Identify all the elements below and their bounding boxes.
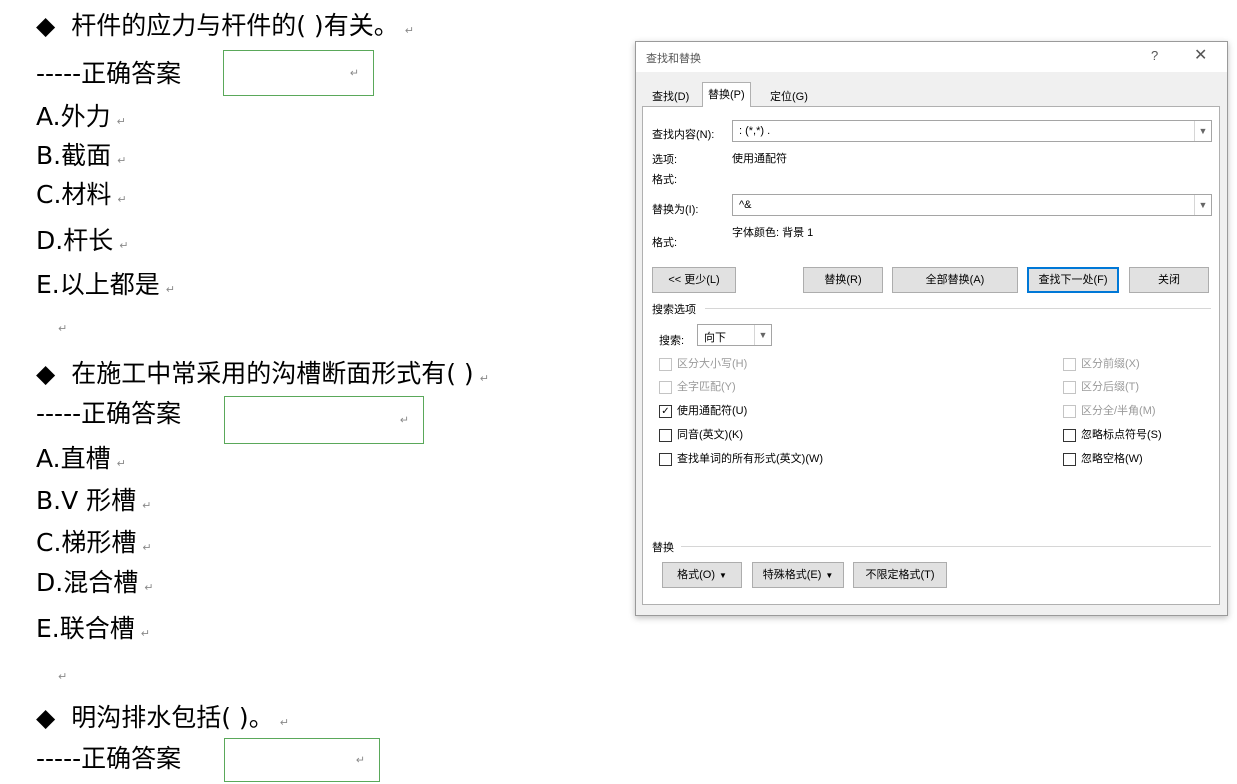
- paragraph-mark-icon: ↵: [479, 372, 489, 385]
- replace-button[interactable]: 替换(R): [803, 267, 883, 293]
- sounds-like-checkbox[interactable]: 同音(英文)(K): [659, 428, 743, 444]
- document-page: ◆ 杆件的应力与杆件的( )有关。 ↵ -----正确答案 ↵ A.外力 ↵ B.截面…: [0, 0, 630, 784]
- option-d: D.杆长 ↵: [36, 226, 129, 255]
- format-button[interactable]: 格式(O) ▼: [662, 562, 742, 588]
- chevron-down-icon[interactable]: ▼: [754, 325, 771, 345]
- ignore-punctuation-checkbox[interactable]: 忽略标点符号(S): [1063, 428, 1162, 444]
- find-next-button[interactable]: 查找下一处(F): [1027, 267, 1119, 293]
- dialog-title: 查找和替换: [646, 53, 701, 65]
- checkbox-box: [1063, 452, 1076, 466]
- special-format-button[interactable]: 特殊格式(E) ▼: [752, 562, 844, 588]
- search-options-title: 搜索选项: [652, 304, 696, 316]
- match-width-checkbox[interactable]: 区分全/半角(M): [1063, 404, 1156, 420]
- option-c: C.材料 ↵: [36, 180, 127, 209]
- ignore-whitespace-checkbox[interactable]: 忽略空格(W): [1063, 452, 1143, 468]
- answer-box-3[interactable]: ↵: [224, 738, 380, 782]
- checkbox-box: [659, 428, 672, 442]
- checkbox-box: [659, 452, 672, 466]
- search-direction-value: 向下: [704, 332, 726, 344]
- close-icon[interactable]: ✕: [1194, 45, 1207, 65]
- checkbox-box: [659, 357, 672, 371]
- less-button[interactable]: << 更少(L): [652, 267, 736, 293]
- checkbox-box: [1063, 404, 1076, 418]
- diamond-bullet-icon: ◆: [36, 359, 56, 388]
- tab-goto[interactable]: 定位(G): [764, 86, 814, 108]
- option-a: A.外力 ↵: [36, 102, 126, 131]
- paragraph-mark-icon: ↵: [399, 413, 409, 427]
- option-c: C.梯形槽 ↵: [36, 528, 152, 557]
- find-replace-dialog: 查找和替换 ? ✕ 查找(D) 替换(P) 定位(G) 查找内容(N): : (…: [635, 41, 1228, 616]
- find-input[interactable]: : (*,*) . ▼: [732, 120, 1212, 142]
- all-word-forms-checkbox[interactable]: 查找单词的所有形式(英文)(W): [659, 452, 823, 468]
- option-d: D.混合槽 ↵: [36, 568, 154, 597]
- replace-all-button[interactable]: 全部替换(A): [892, 267, 1018, 293]
- answer-label-2: -----正确答案: [36, 399, 182, 428]
- question-2: ◆ 在施工中常采用的沟槽断面形式有( ) ↵: [36, 358, 489, 395]
- use-wildcards-checkbox[interactable]: ✓ 使用通配符(U): [659, 404, 747, 420]
- find-label: 查找内容(N):: [652, 129, 715, 141]
- replace-format-label: 格式:: [652, 237, 678, 249]
- option-e: E.联合槽 ↵: [36, 614, 150, 643]
- option-a: A.直槽 ↵: [36, 444, 126, 473]
- checkbox-box: [1063, 428, 1076, 442]
- chevron-down-icon[interactable]: ▼: [1194, 195, 1211, 215]
- search-direction-label: 搜索:: [659, 335, 685, 347]
- question-2-text: 在施工中常采用的沟槽断面形式有( ): [71, 359, 474, 388]
- question-3-text: 明沟排水包括( )。: [71, 703, 274, 732]
- diamond-bullet-icon: ◆: [36, 703, 56, 732]
- replace-tab-panel: 查找内容(N): : (*,*) . ▼ 选项: 使用通配符 格式: 替换为(I…: [642, 106, 1220, 605]
- checkmark-icon: ✓: [659, 404, 672, 418]
- answer-box-2[interactable]: ↵: [224, 396, 424, 444]
- checkbox-box: [1063, 357, 1076, 371]
- find-input-value: : (*,*) .: [739, 125, 771, 137]
- whole-word-checkbox[interactable]: 全字匹配(Y): [659, 380, 736, 396]
- caret-down-icon: ▼: [825, 571, 834, 580]
- option-b: B.V 形槽 ↵: [36, 486, 152, 515]
- divider: [705, 308, 1211, 309]
- paragraph-mark-icon: ↵: [355, 753, 365, 767]
- close-button[interactable]: 关闭: [1129, 267, 1209, 293]
- replace-format-value: 字体颜色: 背景 1: [732, 227, 814, 239]
- diamond-bullet-icon: ◆: [36, 11, 56, 40]
- answer-label-1: -----正确答案: [36, 59, 182, 88]
- search-direction-select[interactable]: 向下 ▼: [697, 324, 772, 346]
- question-3: ◆ 明沟排水包括( )。 ↵: [36, 702, 289, 739]
- chevron-down-icon[interactable]: ▼: [1194, 121, 1211, 141]
- dialog-titlebar[interactable]: 查找和替换 ? ✕: [636, 42, 1227, 72]
- divider: [681, 546, 1211, 547]
- options-value: 使用通配符: [732, 153, 787, 165]
- replace-label: 替换为(I):: [652, 204, 699, 216]
- option-e: E.以上都是 ↵: [36, 270, 175, 299]
- caret-down-icon: ▼: [718, 571, 727, 580]
- replace-section-title: 替换: [652, 542, 674, 554]
- replace-input[interactable]: ^& ▼: [732, 194, 1212, 216]
- checkbox-box: [1063, 380, 1076, 394]
- tab-find[interactable]: 查找(D): [646, 86, 695, 108]
- tab-replace[interactable]: 替换(P): [702, 82, 751, 107]
- match-case-checkbox[interactable]: 区分大小写(H): [659, 357, 747, 373]
- replace-input-value: ^&: [739, 199, 752, 211]
- question-1: ◆ 杆件的应力与杆件的( )有关。 ↵: [36, 10, 414, 47]
- options-label: 选项:: [652, 154, 678, 166]
- checkbox-box: [659, 380, 672, 394]
- no-formatting-button[interactable]: 不限定格式(T): [853, 562, 947, 588]
- empty-paragraph-mark: ↵: [58, 670, 68, 683]
- paragraph-mark-icon: ↵: [349, 66, 359, 80]
- answer-box-1[interactable]: ↵: [223, 50, 374, 96]
- question-1-text: 杆件的应力与杆件的( )有关。: [71, 11, 399, 40]
- paragraph-mark-icon: ↵: [279, 716, 289, 729]
- help-icon[interactable]: ?: [1151, 48, 1158, 63]
- empty-paragraph-mark: ↵: [58, 322, 68, 335]
- match-suffix-checkbox[interactable]: 区分后缀(T): [1063, 380, 1139, 396]
- paragraph-mark-icon: ↵: [404, 24, 414, 37]
- answer-label-3: -----正确答案: [36, 744, 182, 773]
- match-prefix-checkbox[interactable]: 区分前缀(X): [1063, 357, 1140, 373]
- option-b: B.截面 ↵: [36, 141, 127, 170]
- find-format-label: 格式:: [652, 174, 678, 186]
